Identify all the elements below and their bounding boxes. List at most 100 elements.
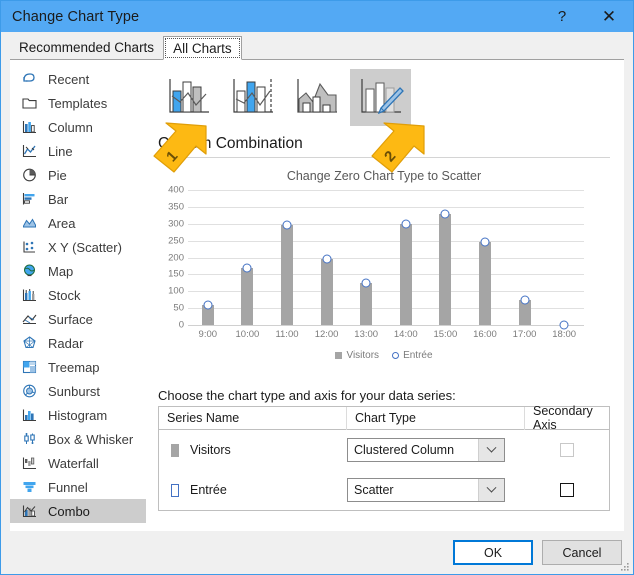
templates-icon xyxy=(19,94,39,112)
sidebar-item-bar[interactable]: Bar xyxy=(10,187,146,211)
sidebar-item-sunburst[interactable]: Sunburst xyxy=(10,379,146,403)
x-axis-tick-label: 9:00 xyxy=(198,329,218,340)
chart-category-list: Recent Templates Column Line Pie Bar Are… xyxy=(10,60,146,531)
y-axis-tick-label: 350 xyxy=(168,201,184,213)
combo-chart-icon xyxy=(19,502,39,520)
sidebar-item-templates[interactable]: Templates xyxy=(10,91,146,115)
ok-button[interactable]: OK xyxy=(453,540,533,565)
sidebar-item-recent[interactable]: Recent xyxy=(10,67,146,91)
series-instruction: Choose the chart type and axis for your … xyxy=(158,388,456,403)
sidebar-item-histogram[interactable]: Histogram xyxy=(10,403,146,427)
sidebar-item-label: Funnel xyxy=(48,479,88,495)
chart-category-slot xyxy=(228,190,268,325)
chart-type-value: Clustered Column xyxy=(354,443,455,457)
cancel-button[interactable]: Cancel xyxy=(542,540,622,565)
sidebar-item-label: Bar xyxy=(48,191,69,207)
sidebar-item-map[interactable]: Map xyxy=(10,259,146,283)
recent-icon xyxy=(19,70,39,88)
chart-scatter-marker xyxy=(203,300,213,310)
sidebar-item-label: Map xyxy=(48,263,74,279)
x-axis-tick-label: 14:00 xyxy=(393,329,418,340)
secondary-axis-checkbox-entree[interactable] xyxy=(560,483,574,497)
thumb-stacked-area-clustered-column[interactable] xyxy=(286,69,347,126)
sidebar-item-label: Box & Whisker xyxy=(48,431,134,447)
sidebar-item-label: Waterfall xyxy=(48,455,99,471)
sidebar-item-column[interactable]: Column xyxy=(10,115,146,139)
chart-category-slot xyxy=(188,190,228,325)
radar-chart-icon xyxy=(19,334,39,352)
sidebar-item-funnel[interactable]: Funnel xyxy=(10,475,146,499)
chart-bar xyxy=(360,282,373,325)
chart-type-cell-entree: Scatter xyxy=(347,478,525,502)
sidebar-item-line[interactable]: Line xyxy=(10,139,146,163)
legend-swatch-square-icon xyxy=(335,352,343,359)
sidebar-item-surface[interactable]: Surface xyxy=(10,307,146,331)
waterfall-chart-icon xyxy=(19,454,39,472)
legend-label: Entrée xyxy=(403,350,433,361)
resize-grip-icon[interactable] xyxy=(618,560,630,572)
x-axis-tick-label: 12:00 xyxy=(314,329,339,340)
square-marker-icon xyxy=(171,443,179,457)
sidebar-item-xy-scatter[interactable]: X Y (Scatter) xyxy=(10,235,146,259)
thumb-clustered-column-line-secondary-axis[interactable] xyxy=(222,69,283,126)
sidebar-item-treemap[interactable]: Treemap xyxy=(10,355,146,379)
sidebar-item-stock[interactable]: Stock xyxy=(10,283,146,307)
chart-bar xyxy=(280,225,293,325)
box-whisker-chart-icon xyxy=(19,430,39,448)
combo-pane: Custom Combination Change Zero Chart Typ… xyxy=(146,60,624,531)
tab-recommended-charts[interactable]: Recommended Charts xyxy=(10,36,163,59)
secondary-axis-cell-entree xyxy=(525,483,609,497)
y-axis-labels: 0 50 100 150 200 250 300 350 400 xyxy=(158,185,184,331)
treemap-chart-icon xyxy=(19,358,39,376)
title-bar: Change Chart Type ? ✕ xyxy=(1,1,633,32)
gridline xyxy=(188,325,584,326)
thumb-clustered-column-line[interactable] xyxy=(158,69,219,126)
column-header-secondary-axis: Secondary Axis xyxy=(533,404,593,432)
chart-scatter-marker xyxy=(440,209,450,219)
sidebar-item-combo[interactable]: Combo xyxy=(10,499,146,523)
sidebar-item-label: Surface xyxy=(48,311,93,327)
series-name-cell-entree: Entrée xyxy=(159,483,347,497)
chart-type-dropdown-visitors[interactable]: Clustered Column xyxy=(347,438,505,462)
chart-plot-area: 0 50 100 150 200 250 300 350 400 9:00 10:00 11:00 1… xyxy=(158,185,610,380)
sidebar-item-waterfall[interactable]: Waterfall xyxy=(10,451,146,475)
sidebar-item-label: Stock xyxy=(48,287,81,303)
sidebar-item-label: Column xyxy=(48,119,93,135)
series-name-label: Visitors xyxy=(190,443,231,457)
tab-all-charts[interactable]: All Charts xyxy=(163,36,242,60)
close-icon[interactable]: ✕ xyxy=(585,1,633,32)
table-row: Visitors Clustered Column xyxy=(159,430,609,470)
sidebar-item-label: Combo xyxy=(48,503,90,519)
sidebar-item-label: Sunburst xyxy=(48,383,101,399)
chevron-down-icon[interactable] xyxy=(478,479,504,501)
thumb-custom-combination[interactable] xyxy=(350,69,411,126)
secondary-axis-checkbox-visitors[interactable] xyxy=(560,443,574,457)
chart-bar xyxy=(439,213,452,325)
chart-bar xyxy=(399,223,412,325)
sidebar-item-area[interactable]: Area xyxy=(10,211,146,235)
sidebar-item-label: Radar xyxy=(48,335,84,351)
chart-preview: Change Zero Chart Type to Scatter 0 50 100… xyxy=(158,162,610,380)
heading-divider xyxy=(158,157,610,158)
chart-type-value: Scatter xyxy=(354,483,394,497)
legend-label: Visitors xyxy=(346,350,380,361)
x-axis-labels: 9:00 10:00 11:00 12:00 13:00 14:00 15:00 16:00 1… xyxy=(188,329,584,340)
help-icon[interactable]: ? xyxy=(539,1,585,32)
table-row: Entrée Scatter xyxy=(159,470,609,510)
chart-title: Change Zero Chart Type to Scatter xyxy=(286,169,482,183)
chevron-down-icon[interactable] xyxy=(478,439,504,461)
sidebar-item-radar[interactable]: Radar xyxy=(10,331,146,355)
sidebar-item-pie[interactable]: Pie xyxy=(10,163,146,187)
chart-scatter-marker xyxy=(520,295,530,305)
y-axis-tick-label: 300 xyxy=(168,218,184,230)
area-chart-icon xyxy=(19,214,39,232)
dialog-body: Recent Templates Column Line Pie Bar Are… xyxy=(10,59,624,531)
x-axis-tick-label: 18:00 xyxy=(552,329,577,340)
column-header-chart-type: Chart Type xyxy=(347,406,525,430)
chart-type-dropdown-entree[interactable]: Scatter xyxy=(347,478,505,502)
sidebar-item-label: Line xyxy=(48,143,73,159)
sidebar-item-box-whisker[interactable]: Box & Whisker xyxy=(10,427,146,451)
histogram-chart-icon xyxy=(19,406,39,424)
series-table-header: Series Name Chart Type Secondary Axis xyxy=(159,404,609,432)
title-bar-buttons: ? ✕ xyxy=(539,1,633,32)
